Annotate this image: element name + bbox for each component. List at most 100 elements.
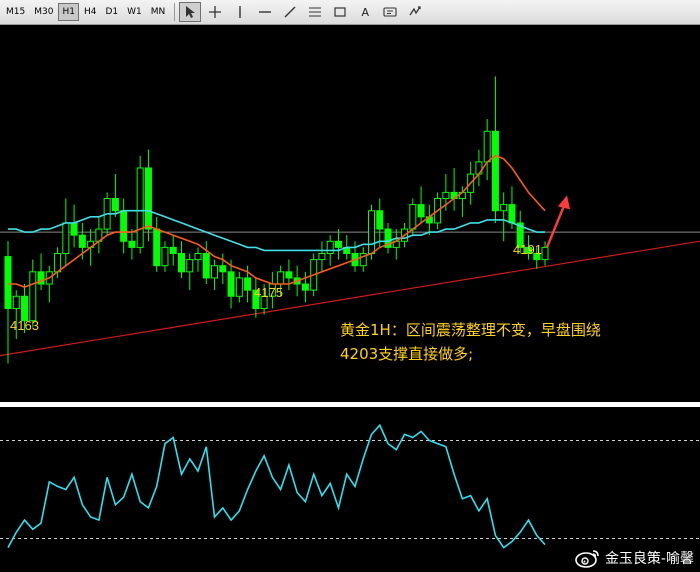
timeframe-d1-button[interactable]: D1 <box>101 3 122 21</box>
candle <box>483 119 491 181</box>
candle-body <box>227 271 235 297</box>
horizontal-line-icon <box>259 11 272 13</box>
candle-body <box>500 204 508 212</box>
candle <box>384 222 392 254</box>
candle <box>500 192 508 242</box>
candle-body <box>491 130 499 212</box>
candle-body <box>128 240 136 248</box>
candle <box>4 241 12 364</box>
candle <box>111 174 119 217</box>
rectangle-icon <box>334 7 346 17</box>
forecast-arrowhead <box>558 195 570 210</box>
toolbar-separator <box>174 3 176 21</box>
cursor-icon <box>186 6 196 18</box>
candle <box>475 149 483 187</box>
text-label-tool-button[interactable] <box>379 2 401 22</box>
candle-body <box>120 210 128 242</box>
indicator-line <box>7 423 546 549</box>
candle-body <box>62 222 70 254</box>
candle <box>161 241 169 272</box>
candle <box>120 198 128 254</box>
price-label-4175: 4175 <box>254 285 283 300</box>
candle-body <box>4 256 12 309</box>
candle-body <box>29 271 37 322</box>
crosshair-tool-button[interactable] <box>204 2 226 22</box>
trendline-tool-button[interactable] <box>279 2 301 22</box>
price-label-4163: 4163 <box>10 318 39 333</box>
candle-body <box>442 191 450 200</box>
candle <box>153 216 161 272</box>
candle <box>359 247 367 272</box>
horizontal-line-tool-button[interactable] <box>254 2 276 22</box>
candle <box>211 259 219 291</box>
candle <box>202 241 210 285</box>
candle <box>177 241 185 278</box>
candle <box>392 229 400 260</box>
rectangle-tool-button[interactable] <box>329 2 351 22</box>
weibo-icon <box>575 550 599 568</box>
candle-body <box>78 234 86 248</box>
timeframe-h4-button[interactable]: H4 <box>80 3 101 21</box>
cursor-tool-button[interactable] <box>179 2 202 22</box>
candle-body <box>144 167 152 230</box>
candle-body <box>111 198 119 212</box>
vertical-line-tool-button[interactable] <box>229 2 251 22</box>
candle-body <box>169 246 177 254</box>
candle <box>62 198 70 266</box>
candle <box>425 204 433 236</box>
candle-body <box>177 252 185 273</box>
candle <box>194 247 202 272</box>
candle <box>450 167 458 211</box>
candle-body <box>483 130 491 163</box>
candle-body <box>368 210 376 254</box>
candle-body <box>54 252 62 273</box>
candle <box>318 241 326 272</box>
timeframe-h1-button[interactable]: H1 <box>58 3 79 21</box>
timeframe-m30-button[interactable]: M30 <box>30 3 57 21</box>
candle-body <box>219 265 227 273</box>
arrows-tool-button[interactable] <box>404 2 426 22</box>
arrows-icon <box>409 6 421 16</box>
timeframe-w1-button[interactable]: W1 <box>123 3 146 21</box>
timeframe-group: M15 M30 H1 H4 D1 W1 MN <box>2 3 170 21</box>
fibonacci-tool-button[interactable] <box>304 2 326 22</box>
candle <box>376 198 384 248</box>
candle-body <box>376 210 384 230</box>
text-tool-button[interactable]: A <box>354 2 376 22</box>
candle <box>45 265 53 303</box>
trendline-icon <box>284 6 296 18</box>
candle-body <box>70 222 78 236</box>
candle <box>285 259 293 291</box>
price-label-4191: 4191 <box>513 242 542 257</box>
candle-body <box>326 240 334 254</box>
timeframe-m15-button[interactable]: M15 <box>2 3 29 21</box>
analysis-commentary: 黄金1H：区间震荡整理不变，早盘围绕 4203支撑直接做多; <box>340 318 680 366</box>
candle-body <box>153 228 161 267</box>
candle-body <box>194 252 202 261</box>
timeframe-mn-button[interactable]: MN <box>147 3 170 21</box>
watermark: 金玉良策-喻馨 <box>575 548 694 568</box>
candle-body <box>12 295 20 309</box>
candle-body <box>211 265 219 279</box>
candle <box>128 229 136 260</box>
candle-body <box>202 252 210 279</box>
candle-body <box>277 271 285 285</box>
candle-body <box>508 204 516 224</box>
candle-body <box>136 167 144 248</box>
candle <box>37 253 45 291</box>
candle <box>136 155 144 254</box>
forecast-arrow <box>545 202 567 248</box>
drawing-tools-group: A <box>179 2 429 22</box>
candle <box>334 229 342 260</box>
candle <box>491 76 499 223</box>
text-label-icon <box>383 7 397 17</box>
candle-body <box>318 252 326 261</box>
candle-body <box>334 240 342 248</box>
vertical-line-icon <box>239 6 241 18</box>
candle <box>186 253 194 291</box>
fibonacci-icon <box>309 7 322 17</box>
candle-body <box>235 277 243 297</box>
ma-fast-line <box>8 154 546 288</box>
watermark-text: 金玉良策-喻馨 <box>604 551 694 567</box>
candle <box>29 259 37 327</box>
